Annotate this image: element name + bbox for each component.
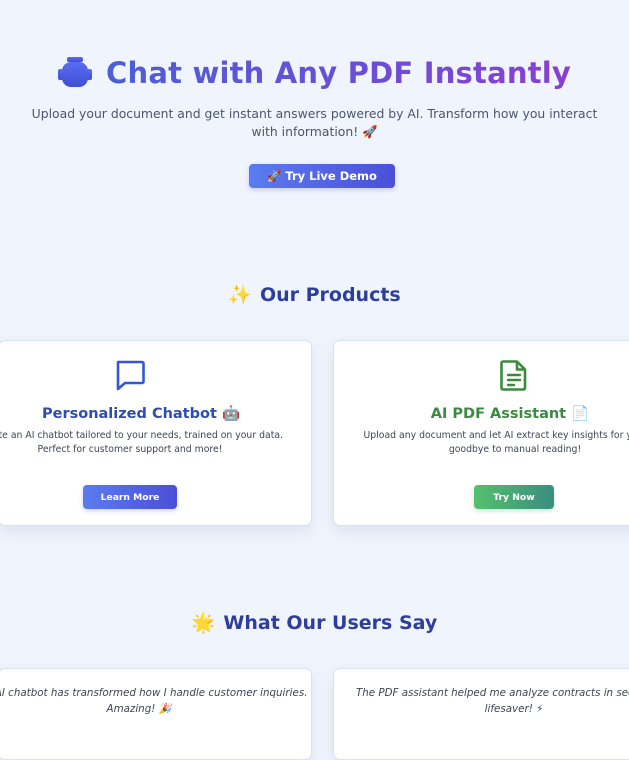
hero-title: Chat with Any PDF Instantly: [106, 56, 571, 90]
robot-icon: [58, 57, 92, 87]
pdf-card-description: Upload any document and let AI extract k…: [363, 430, 629, 455]
testimonial-card: This AI chatbot has transformed how I ha…: [0, 668, 312, 760]
pdf-card-title: AI PDF Assistant 📄: [430, 406, 590, 422]
glowing-star-icon: 🌟: [191, 612, 216, 634]
sparkles-icon: ✨: [228, 284, 252, 306]
testimonial-quote: The PDF assistant helped me analyze cont…: [355, 687, 629, 715]
products-heading-text: Our Products: [259, 283, 401, 306]
document-icon: [500, 360, 527, 391]
products-heading: ✨ Our Products: [0, 283, 629, 307]
hero-section: Chat with Any PDF Instantly Upload your …: [0, 0, 629, 230]
chatbot-card-description: Create an AI chatbot tailored to your ne…: [0, 430, 284, 455]
hero-subtitle: Upload your document and get instant ans…: [31, 106, 598, 139]
testimonials-heading-text: What Our Users Say: [223, 611, 438, 634]
chatbot-card-title: Personalized Chatbot 🤖: [41, 406, 240, 422]
testimonials-heading: 🌟 What Our Users Say: [0, 611, 629, 635]
try-live-demo-button[interactable]: 🚀 Try Live Demo: [249, 164, 395, 188]
product-card-pdf-assistant: AI PDF Assistant 📄 Upload any document a…: [333, 340, 629, 526]
testimonial-quote: This AI chatbot has transformed how I ha…: [0, 687, 308, 715]
chat-bubble-icon: [116, 360, 145, 391]
testimonial-card: The PDF assistant helped me analyze cont…: [333, 668, 629, 760]
product-card-chatbot: Personalized Chatbot 🤖 Create an AI chat…: [0, 340, 312, 526]
learn-more-button[interactable]: Learn More: [83, 485, 177, 509]
try-now-button[interactable]: Try Now: [474, 485, 554, 509]
hero-title-row: Chat with Any PDF Instantly: [0, 56, 629, 90]
